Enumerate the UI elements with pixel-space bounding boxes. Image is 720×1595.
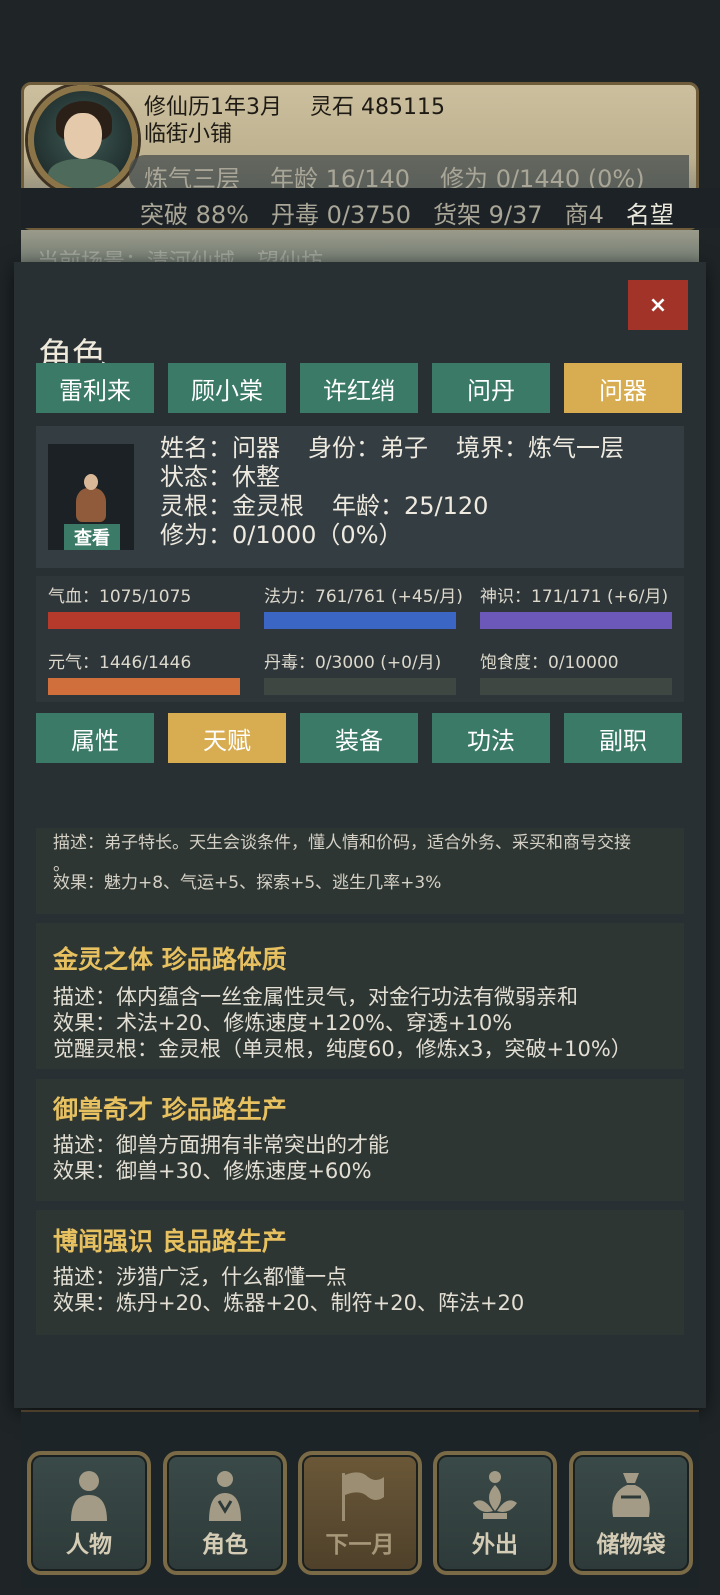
fame-label: 名望 bbox=[625, 201, 674, 229]
tab-equipment[interactable]: 装备 bbox=[300, 713, 418, 763]
talent-card-partial: 描述：弟子特长。天生会谈条件，懂人情和价码，适合外务、采买和商号交接 。 效果：… bbox=[36, 828, 684, 914]
header-stats-line-2: 突破 88% 丹毒 0/3750 货架 9/37 商4 名望 bbox=[140, 195, 674, 230]
stat-bar bbox=[48, 612, 240, 629]
talent-title: 博闻强识 良品路生产 bbox=[53, 1227, 287, 1256]
stat-bar bbox=[264, 678, 456, 695]
talent-partial-effect: 效果：魅力+8、气运+5、探索+5、逃生几率+3% bbox=[53, 873, 442, 893]
char-cultivation: 修为：0/1000（0%） bbox=[160, 521, 403, 549]
talent-effect: 效果：御兽+30、修炼速度+60% bbox=[53, 1159, 372, 1183]
tab-side-job[interactable]: 副职 bbox=[564, 713, 682, 763]
stat-label: 丹毒：0/3000 (+0/月) bbox=[264, 653, 442, 673]
talent-extra: 觉醒灵根：金灵根（单灵根，纯度60，修炼x3，突破+10%） bbox=[53, 1037, 632, 1061]
nav-label: 下一月 bbox=[325, 1532, 395, 1558]
tab-talents[interactable]: 天赋 bbox=[168, 713, 286, 763]
talent-card-1[interactable]: 御兽奇才 珍品路生产 描述：御兽方面拥有非常突出的才能 效果：御兽+30、修炼速… bbox=[36, 1079, 684, 1201]
nav-outing-button[interactable]: 外出 bbox=[433, 1451, 557, 1575]
stat-label: 神识：171/171 (+6/月) bbox=[480, 587, 669, 607]
talent-title: 金灵之体 珍品路体质 bbox=[53, 945, 287, 974]
flag-icon bbox=[342, 1472, 384, 1521]
nav-person-button[interactable]: 人物 bbox=[27, 1451, 151, 1575]
talent-card-0[interactable]: 金灵之体 珍品路体质 描述：体内蕴含一丝金属性灵气，对金行功法有微弱亲和 效果：… bbox=[36, 923, 684, 1069]
nav-character-button[interactable]: 角色 bbox=[163, 1451, 287, 1575]
stat-label: 法力：761/761 (+45/月) bbox=[264, 587, 463, 607]
nav-storage-bag-button[interactable]: 储物袋 bbox=[569, 1451, 693, 1575]
view-button[interactable]: 查看 bbox=[64, 524, 120, 550]
char-identity: 身份：弟子 bbox=[308, 434, 428, 462]
shelf-count: 货架 9/37 bbox=[433, 201, 543, 229]
character-button-2[interactable]: 许红绡 bbox=[300, 363, 418, 413]
stat-bar-fill bbox=[48, 612, 240, 629]
breakthrough-rate: 突破 88% bbox=[140, 201, 249, 229]
nav-label: 人物 bbox=[66, 1532, 112, 1558]
player-avatar[interactable] bbox=[28, 85, 138, 195]
nav-next-month-button[interactable]: 下一月 bbox=[298, 1451, 422, 1575]
stat-bar bbox=[264, 612, 456, 629]
person-icon bbox=[71, 1471, 107, 1521]
character-button-0[interactable]: 雷利来 bbox=[36, 363, 154, 413]
close-button[interactable]: × bbox=[628, 280, 688, 330]
pill-poison: 丹毒 0/3750 bbox=[270, 201, 412, 229]
stat-bar bbox=[480, 678, 672, 695]
char-realm: 境界：炼气一层 bbox=[456, 434, 624, 462]
stat-bar bbox=[48, 678, 240, 695]
talent-card-2[interactable]: 博闻强识 良品路生产 描述：涉猎广泛，什么都懂一点 效果：炼丹+20、炼器+20… bbox=[36, 1210, 684, 1335]
lotus-icon bbox=[473, 1471, 517, 1519]
stat-label: 饱食度：0/10000 bbox=[480, 653, 619, 673]
character-button-1[interactable]: 顾小棠 bbox=[168, 363, 286, 413]
stat-bar-fill bbox=[480, 612, 672, 629]
stat-bar-fill bbox=[264, 612, 456, 629]
nav-label: 外出 bbox=[472, 1532, 518, 1558]
merchant-level: 商4 bbox=[564, 201, 604, 229]
stat-bar bbox=[480, 612, 672, 629]
talent-partial-desc: 描述：弟子特长。天生会谈条件，懂人情和价码，适合外务、采买和商号交接 bbox=[53, 833, 631, 853]
tab-attributes[interactable]: 属性 bbox=[36, 713, 154, 763]
stat-bar-fill bbox=[48, 678, 240, 695]
talent-effect: 效果：炼丹+20、炼器+20、制符+20、阵法+20 bbox=[53, 1291, 525, 1315]
talent-title: 御兽奇才 珍品路生产 bbox=[53, 1095, 287, 1124]
character-selector: 雷利来 顾小棠 许红绡 问丹 问器 bbox=[36, 363, 682, 413]
stat-label: 元气：1446/1446 bbox=[48, 653, 192, 673]
nav-label: 储物袋 bbox=[596, 1532, 666, 1558]
character-button-3[interactable]: 问丹 bbox=[432, 363, 550, 413]
character-icon bbox=[209, 1471, 241, 1521]
spirit-stone-count: 灵石 485115 bbox=[310, 95, 445, 120]
tab-techniques[interactable]: 功法 bbox=[432, 713, 550, 763]
detail-tabs: 属性 天赋 装备 功法 副职 bbox=[36, 713, 682, 763]
stat-label: 气血：1075/1075 bbox=[48, 587, 192, 607]
bag-icon bbox=[612, 1473, 650, 1517]
location-label: 临街小铺 bbox=[144, 122, 233, 147]
character-button-4[interactable]: 问器 bbox=[564, 363, 682, 413]
nav-label: 角色 bbox=[202, 1532, 248, 1558]
